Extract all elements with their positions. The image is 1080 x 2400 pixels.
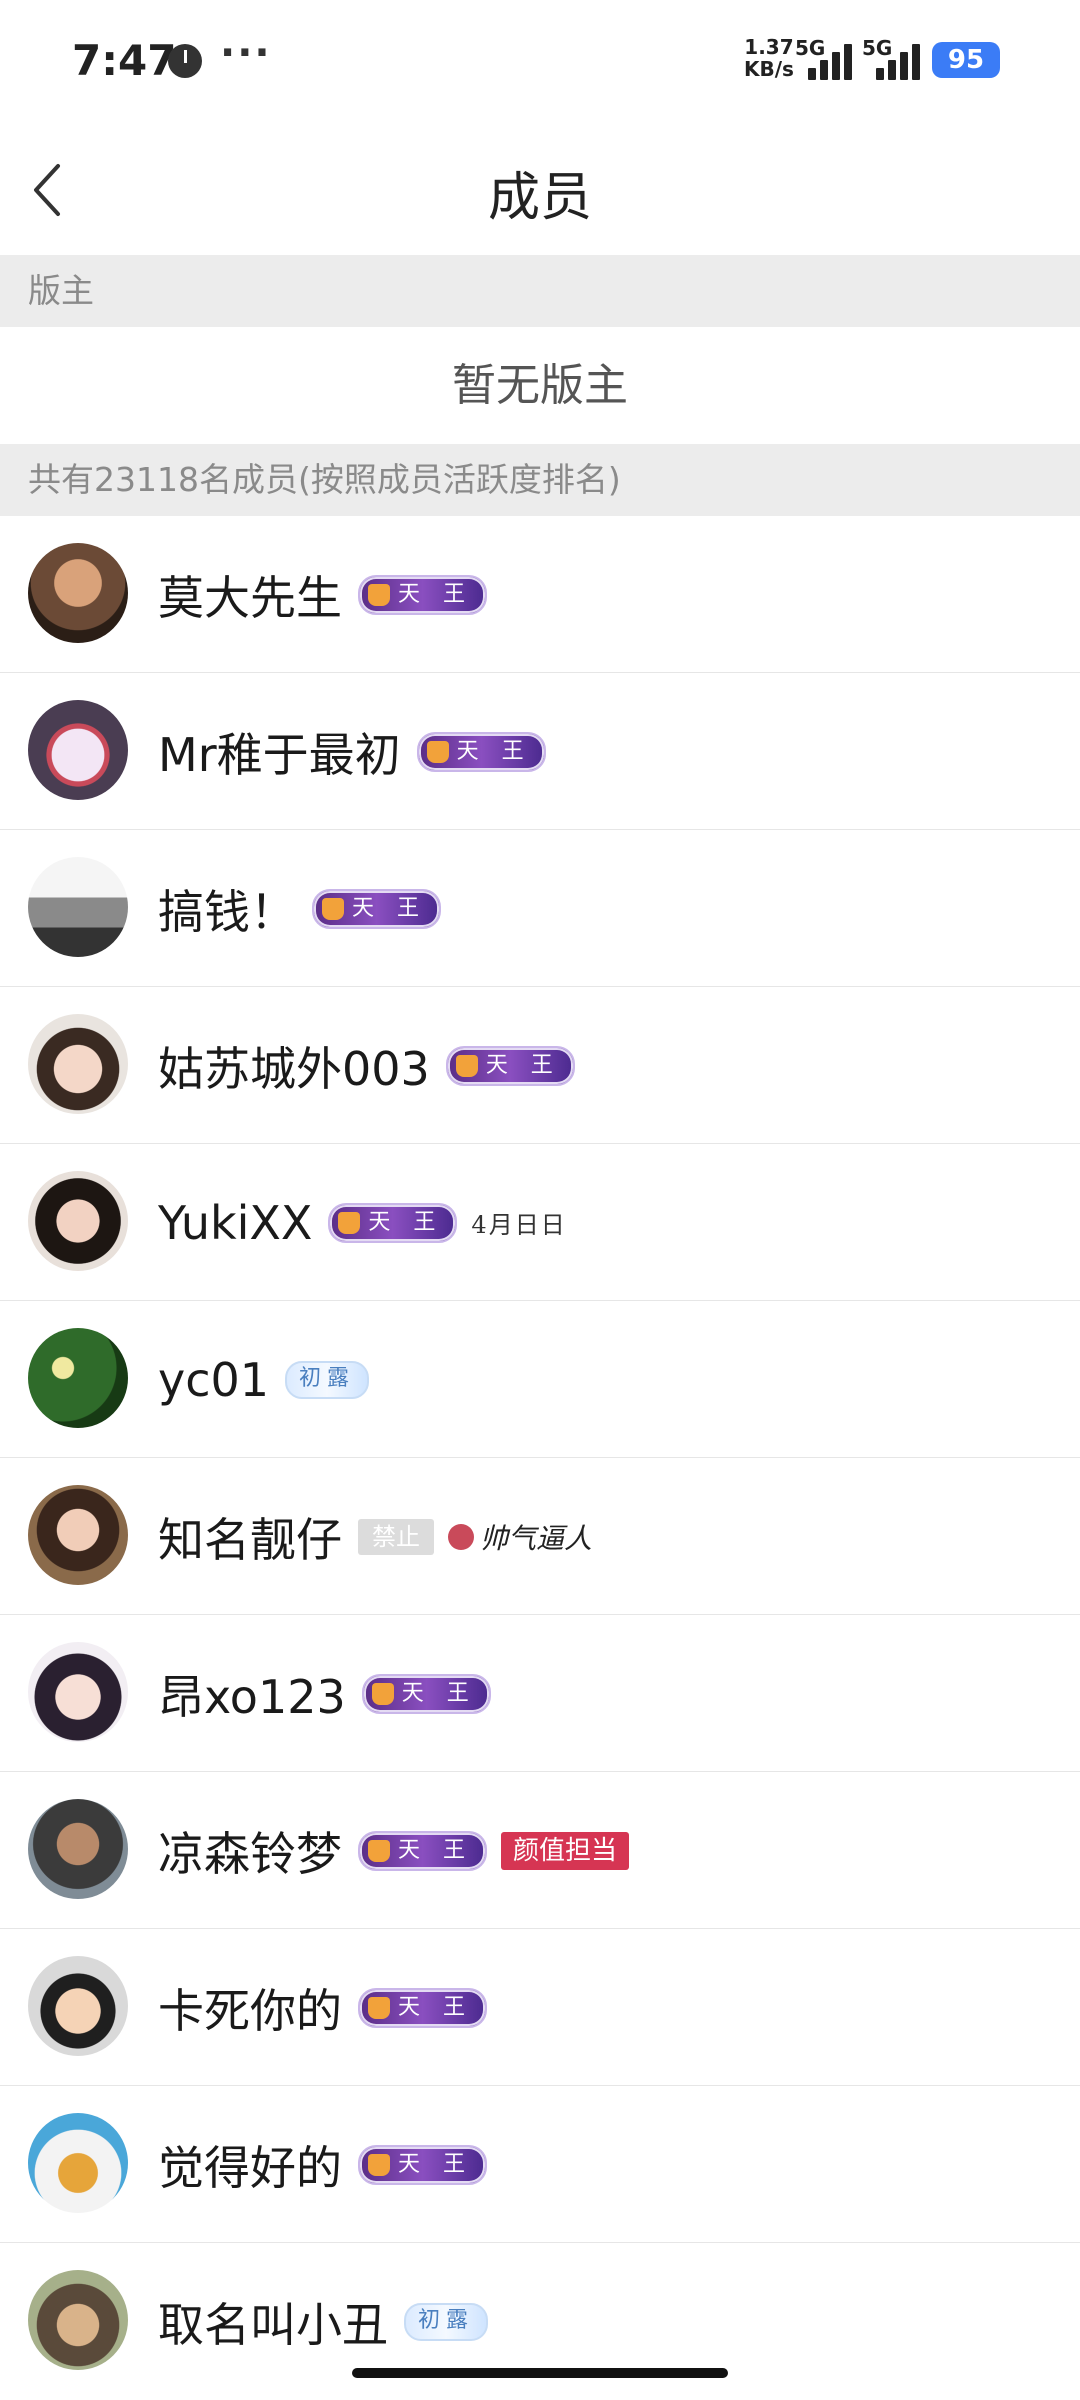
banned-badge: 禁止: [358, 1518, 434, 1555]
tianwang-badge: 天 王: [358, 574, 487, 615]
crown-icon: [322, 897, 344, 920]
tianwang-badge: 天 王: [328, 1202, 458, 1243]
tianwang-badge: 天 王: [358, 2144, 487, 2185]
signal-icon: [808, 42, 854, 80]
more-notifications-icon: ···: [220, 30, 272, 76]
script-badge: 帅气逼人: [448, 1517, 592, 1557]
home-indicator[interactable]: [352, 2368, 728, 2378]
crown-icon: [338, 1211, 361, 1234]
avatar[interactable]: [28, 1014, 128, 1114]
member-row[interactable]: 凉森铃梦 天 王 颜值担当: [0, 1772, 1080, 1929]
light-badge: 初露: [285, 1360, 370, 1399]
page-title: 成员: [487, 168, 592, 228]
status-time: 7:47: [72, 36, 177, 85]
status-bar: 7:47 ··· 1.37 KB/s 5G 5G 95: [0, 0, 1080, 125]
member-row[interactable]: 知名靓仔 禁止 帅气逼人: [0, 1458, 1080, 1615]
crown-icon: [371, 1682, 394, 1705]
plum-blossom-icon: [448, 1523, 474, 1550]
network-speed-unit: KB/s: [744, 57, 794, 81]
member-row[interactable]: Mr稚于最初 天 王: [0, 673, 1080, 830]
avatar[interactable]: [28, 1328, 128, 1428]
member-row[interactable]: yc01 初露: [0, 1301, 1080, 1458]
crown-icon: [368, 1839, 390, 1862]
network-speed-value: 1.37: [744, 35, 794, 59]
light-badge: 初露: [404, 2302, 489, 2341]
member-row[interactable]: 莫大先生 天 王: [0, 516, 1080, 673]
member-name[interactable]: yc01: [158, 1353, 269, 1407]
clock-icon: [168, 44, 202, 78]
crown-icon: [426, 740, 449, 763]
member-row[interactable]: 觉得好的 天 王: [0, 2086, 1080, 2243]
member-row[interactable]: YukiXX 天 王 4月日日: [0, 1144, 1080, 1301]
member-name[interactable]: 昂xo123: [158, 1661, 346, 1727]
member-name[interactable]: 搞钱！: [158, 876, 296, 942]
tianwang-badge: 天 王: [358, 1830, 487, 1871]
avatar[interactable]: [28, 1171, 128, 1271]
tianwang-badge: 天 王: [445, 1045, 575, 1086]
member-name[interactable]: 知名靓仔: [158, 1504, 342, 1570]
members-section-header: 共有23118名成员(按照成员活跃度排名): [0, 444, 1080, 516]
member-name[interactable]: 莫大先生: [158, 562, 342, 628]
member-row[interactable]: 卡死你的 天 王: [0, 1929, 1080, 2086]
member-row[interactable]: 姑苏城外003 天 王: [0, 987, 1080, 1144]
calendar-badge: 4月日日: [471, 1211, 567, 1239]
top-bar: 成员: [0, 125, 1080, 255]
yanzhi-badge: 颜值担当: [501, 1831, 630, 1870]
crown-icon: [368, 2153, 390, 2176]
avatar[interactable]: [28, 1642, 128, 1742]
no-moderator-text: 暂无版主: [0, 327, 1080, 444]
avatar[interactable]: [28, 543, 128, 643]
member-name[interactable]: 觉得好的: [158, 2132, 342, 2198]
crown-icon: [368, 1996, 390, 2019]
tianwang-badge: 天 王: [361, 1673, 491, 1714]
crown-icon: [368, 583, 390, 606]
member-name[interactable]: 卡死你的: [158, 1975, 342, 2041]
avatar[interactable]: [28, 700, 128, 800]
moderator-section-header: 版主: [0, 255, 1080, 327]
member-name[interactable]: Mr稚于最初: [158, 719, 401, 785]
member-name[interactable]: YukiXX: [158, 1196, 312, 1250]
avatar[interactable]: [28, 2270, 128, 2370]
avatar[interactable]: [28, 2113, 128, 2213]
avatar[interactable]: [28, 1799, 128, 1899]
tianwang-badge: 天 王: [312, 888, 441, 929]
network-speed: 1.37 KB/s: [744, 36, 794, 80]
tianwang-badge: 天 王: [358, 1987, 487, 2028]
battery-indicator: 95: [932, 42, 1000, 78]
avatar[interactable]: [28, 1956, 128, 2056]
member-row[interactable]: 昂xo123 天 王: [0, 1615, 1080, 1772]
member-name[interactable]: 凉森铃梦: [158, 1818, 342, 1884]
member-name[interactable]: 取名叫小丑: [158, 2289, 388, 2355]
member-row[interactable]: 搞钱！ 天 王: [0, 830, 1080, 987]
member-name[interactable]: 姑苏城外003: [158, 1033, 430, 1099]
member-list: 莫大先生 天 王 Mr稚于最初 天 王 搞钱！ 天 王 姑苏城外003 天 王 …: [0, 516, 1080, 2400]
tianwang-badge: 天 王: [416, 731, 546, 772]
avatar[interactable]: [28, 1485, 128, 1585]
crown-icon: [455, 1054, 478, 1077]
avatar[interactable]: [28, 857, 128, 957]
